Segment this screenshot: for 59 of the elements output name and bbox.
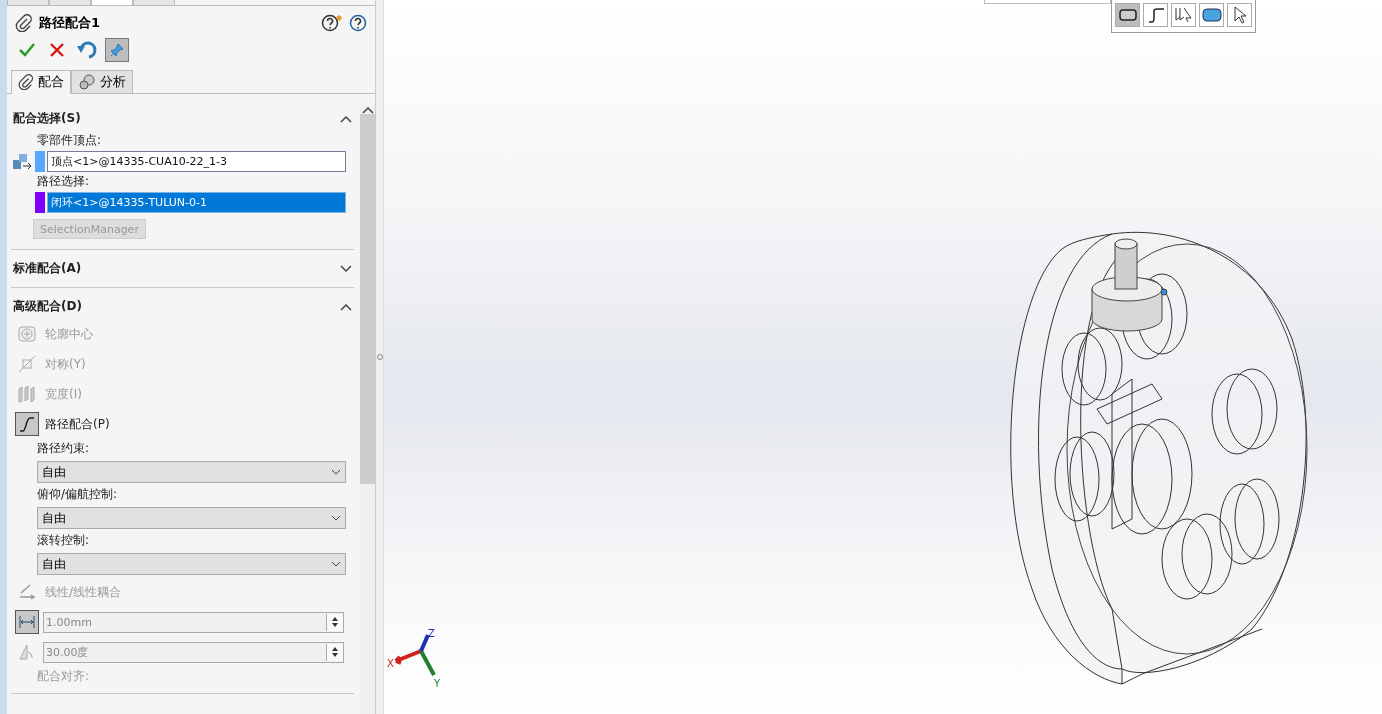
option-label: 轮廓中心 [45,325,93,343]
curve-line-icon [1146,7,1165,23]
caret-icon [331,515,341,521]
toolbar-button[interactable] [1171,3,1196,27]
axis-label: Y [434,678,441,689]
collapse-icon[interactable] [340,114,352,123]
dropdown[interactable]: 自由 [37,507,346,529]
circle-plus-icon [18,325,36,343]
dropdown[interactable]: 自由 [37,553,346,575]
close-icon [50,43,64,57]
multi-pointer-icon [1173,6,1194,24]
panel-tab[interactable]: 配合 [11,70,71,94]
option-label: 线性/线性耦合 [45,583,122,601]
collapse-icon[interactable] [340,302,352,311]
scrollbar[interactable] [360,106,375,714]
distance-icon[interactable] [15,610,39,634]
paperclip-icon [15,14,33,32]
toolbar-button[interactable] [1115,3,1140,27]
expand-icon[interactable] [340,264,352,273]
toolbar-button[interactable] [1199,3,1224,27]
toolbar-button[interactable] [1227,3,1252,27]
section-header[interactable]: 配合选择(S) [11,106,354,131]
paperclip-icon [18,74,34,90]
path-curve-icon [18,415,36,433]
collapse-icon[interactable] [361,106,374,114]
option-toggle[interactable] [15,412,39,436]
width-icon [18,385,36,403]
dropdown-label: 俯仰/偏航控制: [36,486,119,503]
rounded-rectangle-icon [1118,8,1137,22]
swap-parts-icon[interactable] [11,151,33,172]
section-header[interactable]: 标准配合(A) [11,256,354,281]
field-label: 路径选择: [36,173,91,190]
axis-label: X [387,658,394,669]
field-label: 零部件顶点: [36,132,103,149]
panel-tab[interactable]: 分析 [71,70,133,94]
shaded-rectangle-icon [1201,8,1222,22]
panel-title: 路径配合1 [39,14,102,32]
linear-coupling-icon [18,583,36,601]
checkmark-icon [19,43,35,57]
option-label: 宽度(I) [45,385,82,403]
caret-icon [331,469,341,475]
caption-label: 配合对齐: [36,668,91,685]
selection-field[interactable]: 顶点<1>@14335-CUA10-22_1-3 [47,151,346,172]
selection-field[interactable]: 闭环<1>@14335-TULUN-0-1 [47,192,346,213]
section-header[interactable]: 高级配合(D) [11,294,354,319]
pin-button[interactable] [105,38,129,62]
option-label: 路径配合(P) [45,415,110,433]
undo-icon [77,41,97,59]
toolbar-button[interactable] [1143,3,1168,27]
dropdown[interactable]: 自由 [37,461,346,483]
symmetry-icon [18,355,36,373]
caret-icon [331,561,341,567]
help-icon[interactable] [349,14,367,32]
pointer-icon [1232,6,1247,24]
option-label: 对称(Y) [45,355,86,373]
pin-icon [110,43,124,57]
dropdown-label: 路径约束: [36,440,91,457]
whats-new-help-icon[interactable] [321,14,343,32]
dropdown-label: 滚转控制: [36,532,91,549]
